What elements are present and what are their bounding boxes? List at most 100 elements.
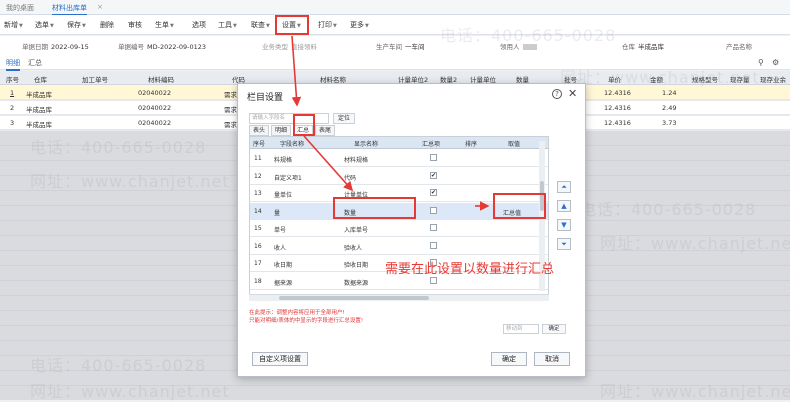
move-to-input[interactable]: 移动到 bbox=[503, 324, 539, 334]
row-index: 11 bbox=[254, 155, 262, 162]
chevron-down-icon: ▼ bbox=[82, 23, 86, 29]
move-down-button[interactable]: ▼ bbox=[557, 219, 571, 231]
col-header: 取值 bbox=[508, 141, 521, 148]
col-header[interactable]: 现存业余 bbox=[760, 74, 786, 84]
toolbar-generate-button[interactable]: 生单▼ bbox=[155, 20, 174, 30]
chevron-down-icon: ▼ bbox=[170, 23, 174, 29]
summary-checkbox[interactable] bbox=[430, 224, 437, 231]
dialog-title: 栏目设置 bbox=[247, 93, 284, 103]
row-index: 14 bbox=[254, 207, 262, 215]
col-header[interactable]: 材料编码 bbox=[148, 74, 174, 84]
chevron-down-icon: ▼ bbox=[233, 23, 237, 29]
toolbar-print-button[interactable]: 打印▼ bbox=[318, 20, 337, 30]
move-bottom-button[interactable]: ⏷ bbox=[557, 238, 571, 250]
summary-checkbox[interactable] bbox=[430, 154, 437, 161]
col-header[interactable]: 加工单号 bbox=[82, 74, 108, 84]
tab-my-desktop[interactable]: 我的桌面 bbox=[6, 3, 34, 13]
watermark-site: 网址：www.chanjet.net bbox=[600, 234, 790, 253]
tip-line: 只能对明细/表体的中显示的字段进行汇总设置! bbox=[249, 318, 364, 324]
row-index: 15 bbox=[254, 225, 262, 232]
row-index: 16 bbox=[254, 242, 262, 250]
window-tab-bar: 我的桌面 材料出库单 × bbox=[0, 0, 790, 16]
toolbar-delete-button[interactable]: 删除 bbox=[100, 20, 114, 30]
help-icon[interactable]: ? bbox=[552, 89, 562, 99]
row-number: 3 bbox=[10, 119, 15, 127]
settings-row[interactable]: 12 自定义项1 代码 ✔ bbox=[250, 168, 548, 185]
settings-horizontal-scrollbar[interactable] bbox=[249, 294, 549, 301]
summary-value-highlight-box bbox=[493, 193, 546, 219]
move-to-confirm-button[interactable]: 确定 bbox=[542, 324, 566, 334]
tab-detail[interactable]: 明细 bbox=[271, 125, 291, 136]
grid-settings-icon[interactable]: ⚙ bbox=[772, 58, 779, 67]
row-index: 17 bbox=[254, 260, 262, 267]
product-name-field[interactable]: 产品名称 bbox=[726, 41, 752, 51]
summary-checkbox[interactable] bbox=[430, 206, 437, 214]
toolbar-save-button[interactable]: 保存▼ bbox=[67, 20, 86, 30]
row-display-name: 入库单号 bbox=[344, 227, 369, 234]
close-icon[interactable]: ✕ bbox=[568, 87, 577, 100]
tab-detail[interactable]: 明细 bbox=[6, 58, 20, 71]
row-field-name: 量单位 bbox=[274, 192, 293, 199]
toolbar-options-button[interactable]: 选项 bbox=[192, 20, 206, 30]
summary-checkbox[interactable]: ✔ bbox=[430, 171, 437, 179]
row-number: 1 bbox=[10, 89, 15, 97]
summary-checkbox[interactable] bbox=[430, 241, 437, 249]
watermark-site: 网址：www.chanjet.net bbox=[560, 68, 760, 87]
move-top-button[interactable]: ⏶ bbox=[557, 181, 571, 193]
summary-checkbox[interactable] bbox=[430, 276, 437, 284]
settings-row[interactable]: 16 收人 验收人 bbox=[250, 238, 548, 255]
scroll-thumb[interactable] bbox=[279, 296, 429, 300]
chevron-down-icon: ▼ bbox=[50, 23, 54, 29]
col-header[interactable]: 序号 bbox=[6, 74, 19, 84]
row-display-name: 验收人 bbox=[344, 244, 363, 252]
toolbar-select-button[interactable]: 选单▼ bbox=[35, 20, 54, 30]
locate-button[interactable]: 定位 bbox=[333, 113, 355, 124]
department-field[interactable]: 生产车间 一车间 bbox=[376, 41, 425, 51]
field-search-input[interactable]: 请输入字段名 bbox=[249, 113, 329, 124]
row-display-name: 数据来源 bbox=[344, 279, 369, 287]
chevron-down-icon: ▼ bbox=[266, 23, 270, 29]
toolbar-new-button[interactable]: 新增▼ bbox=[4, 20, 23, 30]
tab-footer[interactable]: 表尾 bbox=[315, 125, 335, 136]
tip-text: 在此提示：调整内容将应用于全部用户! 只能对明细/表体的中显示的字段进行汇总设置… bbox=[249, 309, 363, 325]
summary-checkbox[interactable]: ✔ bbox=[430, 189, 437, 196]
date-field[interactable]: 单据日期 2022-09-15 bbox=[22, 41, 89, 51]
close-tab-icon[interactable]: × bbox=[97, 3, 103, 11]
row-field-name: 收日期 bbox=[274, 262, 293, 269]
row-index: 18 bbox=[254, 277, 262, 285]
row-material-code: 02040022 bbox=[138, 104, 172, 112]
document-header: 单据日期 2022-09-15 单据编号 MD-2022-09-0123 业务类型直… bbox=[0, 36, 790, 56]
cancel-button[interactable]: 取消 bbox=[534, 352, 570, 366]
col-header: 排序 bbox=[465, 141, 478, 148]
summary-tab-highlight-box bbox=[293, 114, 315, 136]
code-field[interactable]: 单据编号 MD-2022-09-0123 bbox=[118, 41, 206, 51]
row-amount: 3.73 bbox=[662, 119, 677, 127]
watermark-site: 网址：www.chanjet.net bbox=[30, 382, 230, 401]
quantity-highlight-box bbox=[333, 197, 416, 219]
custom-fields-button[interactable]: 自定义项设置 bbox=[252, 352, 308, 366]
business-type-field[interactable]: 业务类型 直接领料 bbox=[262, 41, 317, 51]
settings-table-header: 序号 字段名称 显示名称 汇总项 排序 取值 bbox=[250, 137, 548, 149]
row-index: 13 bbox=[254, 190, 262, 197]
move-up-button[interactable]: ▲ bbox=[557, 200, 571, 212]
tab-summary[interactable]: 汇总 bbox=[28, 58, 42, 68]
row-amount: 1.24 bbox=[662, 89, 677, 97]
row-price: 12.4316 bbox=[604, 89, 631, 97]
toolbar-audit-button[interactable]: 审核 bbox=[128, 20, 142, 30]
tab-header[interactable]: 表头 bbox=[249, 125, 269, 136]
row-warehouse: 半成品库 bbox=[26, 121, 52, 129]
watermark-site: 网址：www.chanjet.net bbox=[30, 172, 230, 191]
watermark-phone: 电话：400-665-0028 bbox=[580, 200, 757, 219]
toolbar-query-button[interactable]: 联查▼ bbox=[251, 20, 270, 30]
settings-row[interactable]: 11 料规格 材料规格 bbox=[250, 150, 548, 167]
instruction-annotation: 需要在此设置以数量进行汇总 bbox=[385, 262, 555, 277]
ok-button[interactable]: 确定 bbox=[491, 352, 527, 366]
settings-row[interactable]: 15 单号 入库单号 bbox=[250, 220, 548, 237]
toolbar-tools-button[interactable]: 工具▼ bbox=[218, 20, 237, 30]
column-settings-dialog: 栏目设置 ? ✕ 请输入字段名 定位 表头 明细 汇总 表尾 序号 字段名称 显… bbox=[237, 83, 586, 377]
row-display-name: 验收日期 bbox=[344, 262, 369, 269]
col-header[interactable]: 仓库 bbox=[34, 74, 47, 84]
warehouse-field[interactable]: 仓库 半成品库 bbox=[622, 41, 664, 51]
row-field-name: 量 bbox=[274, 209, 281, 217]
toolbar-more-button[interactable]: 更多▼ bbox=[350, 20, 369, 30]
